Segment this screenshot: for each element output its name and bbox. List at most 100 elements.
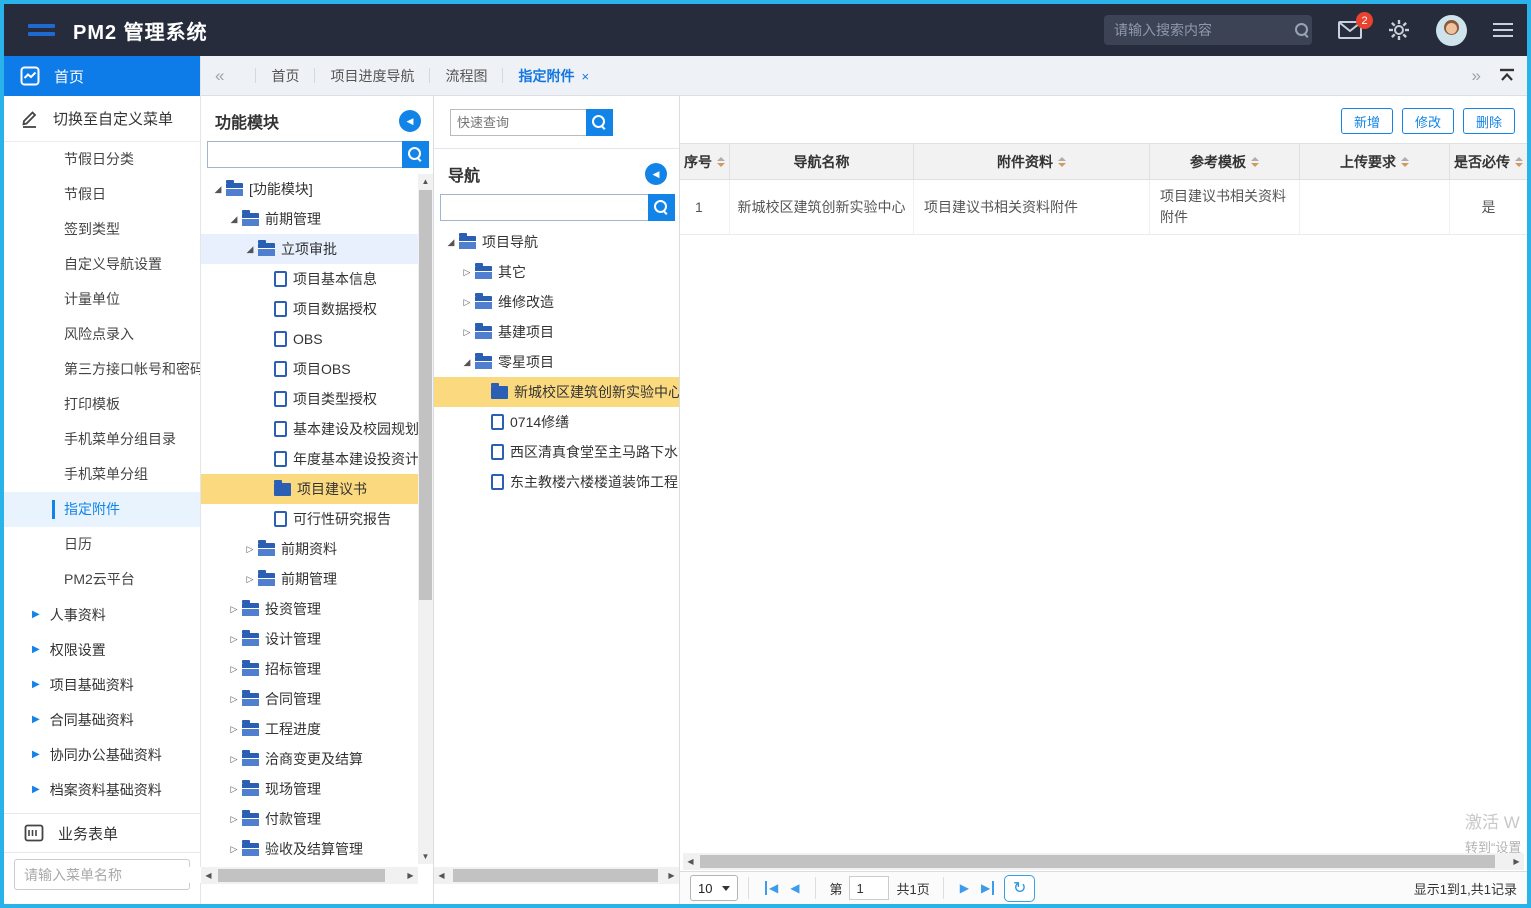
collapse-node-icon[interactable]: ◢ [444,237,458,248]
collapse-panel-icon[interactable]: ◀ [399,110,421,132]
tree-node[interactable]: ◢前期管理 [201,204,418,234]
sidebar-group[interactable]: ▶人事资料 [4,597,200,632]
sidebar-item[interactable]: 计量单位 [4,282,200,317]
tree-node[interactable]: 项目OBS [201,354,418,384]
tree-node[interactable]: 新城校区建筑创新实验中心 [434,377,679,407]
tree-node[interactable]: ▷维修改造 [434,287,679,317]
first-page-button[interactable]: ◀ [765,881,778,895]
tree-node[interactable]: ▷前期管理 [201,564,418,594]
expand-node-icon[interactable]: ▷ [227,634,241,645]
sidebar-item[interactable]: 打印模板 [4,387,200,422]
tree-node[interactable]: ▷其它 [434,257,679,287]
navigation-search-button[interactable] [648,194,675,221]
vertical-scrollbar[interactable]: ▲ ▼ [418,174,433,864]
expand-node-icon[interactable]: ▷ [227,604,241,615]
tree-node[interactable]: ▷洽商变更及结算 [201,744,418,774]
sidebar-item[interactable]: 第三方接口帐号和密码 [4,352,200,387]
collapse-node-icon[interactable]: ◢ [211,184,225,195]
horizontal-scrollbar[interactable]: ◀ ▶ [434,867,679,884]
expand-node-icon[interactable]: ▷ [227,754,241,765]
expand-node-icon[interactable]: ▷ [227,694,241,705]
menu-search-input[interactable] [24,867,205,883]
last-page-button[interactable]: ▶ [981,881,994,895]
tree-node[interactable]: ▷现场管理 [201,774,418,804]
tree-node[interactable]: ◢立项审批 [201,234,418,264]
scrollbar-thumb[interactable] [453,869,658,882]
tree-node[interactable]: ◢项目导航 [434,227,679,257]
sidebar-item-home[interactable]: 首页 [4,56,200,96]
tree-node[interactable]: 项目数据授权 [201,294,418,324]
tree-node[interactable]: 可行性研究报告 [201,504,418,534]
scroll-right-icon[interactable]: ▶ [403,871,418,880]
column-header[interactable]: 参考模板 [1150,144,1300,179]
more-menu-icon[interactable] [1493,19,1513,41]
expand-node-icon[interactable]: ▷ [227,664,241,675]
quick-search-button[interactable] [586,109,613,136]
edit-button[interactable]: 修改 [1402,108,1454,134]
tab[interactable]: 流程图 [445,66,487,86]
tree-node[interactable]: 0714修缮 [434,407,679,437]
expand-node-icon[interactable]: ▷ [227,814,241,825]
tab-close-icon[interactable]: × [581,69,589,84]
sidebar-item[interactable]: 指定附件 [4,492,200,527]
sidebar-item[interactable]: 风险点录入 [4,317,200,352]
tabs-scroll-right-icon[interactable]: » [1472,66,1481,86]
sidebar-item-business-form[interactable]: 业务表单 [4,813,200,853]
collapse-node-icon[interactable]: ◢ [227,214,241,225]
sidebar-item[interactable]: 手机菜单分组 [4,457,200,492]
tree-node[interactable]: 项目建议书 [201,474,418,504]
collapse-node-icon[interactable]: ◢ [243,244,257,255]
expand-node-icon[interactable]: ▷ [460,267,474,278]
refresh-button[interactable]: ↻ [1004,875,1035,902]
sidebar-group[interactable]: ▶合同基础资料 [4,702,200,737]
tree-node[interactable]: ▷工程进度 [201,714,418,744]
global-search-input[interactable] [1114,22,1295,38]
sidebar-group[interactable]: ▶项目基础资料 [4,667,200,702]
sidebar-item-switch-menu[interactable]: 切换至自定义菜单 [4,96,200,142]
prev-page-button[interactable]: ◀ [790,881,799,895]
sidebar-group[interactable]: ▶协同办公基础资料 [4,737,200,772]
tree-node[interactable]: 项目类型授权 [201,384,418,414]
tree-node[interactable]: OBS [201,324,418,354]
page-number-input[interactable] [849,876,889,900]
navigation-search-input[interactable] [440,194,648,221]
column-header[interactable]: 序号 [680,144,730,179]
tree-node[interactable]: 项目基本信息 [201,264,418,294]
user-avatar[interactable] [1436,15,1467,46]
collapse-tabs-icon[interactable] [1499,68,1515,83]
tree-node[interactable]: 西区清真食堂至主马路下水管线更 [434,437,679,467]
next-page-button[interactable]: ▶ [960,881,969,895]
scrollbar-thumb[interactable] [700,855,1495,868]
sidebar-item[interactable]: 签到类型 [4,212,200,247]
column-header[interactable]: 上传要求 [1300,144,1450,179]
column-header[interactable]: 附件资料 [914,144,1150,179]
collapse-node-icon[interactable]: ◢ [460,357,474,368]
sidebar-item[interactable]: 自定义导航设置 [4,247,200,282]
tree-node[interactable]: ▷付款管理 [201,804,418,834]
tree-node[interactable]: ▷招标管理 [201,654,418,684]
tree-node[interactable]: 基本建设及校园规划 [201,414,418,444]
expand-node-icon[interactable]: ▷ [243,574,257,585]
tree-node[interactable]: ▷合同管理 [201,684,418,714]
page-size-select[interactable]: 10 [690,875,738,901]
scroll-left-icon[interactable]: ◀ [683,857,698,866]
tree-node[interactable]: ▷验收及结算管理 [201,834,418,864]
scroll-left-icon[interactable]: ◀ [434,871,449,880]
sidebar-item[interactable]: 节假日 [4,177,200,212]
tree-node[interactable]: ◢[功能模块] [201,174,418,204]
tab[interactable]: 项目进度导航 [330,66,414,86]
sidebar-group[interactable]: ▶权限设置 [4,632,200,667]
column-header[interactable]: 是否必传 [1450,144,1527,179]
modules-search-button[interactable] [402,141,429,168]
tree-node[interactable]: ▷基建项目 [434,317,679,347]
scroll-right-icon[interactable]: ▶ [664,871,679,880]
scroll-left-icon[interactable]: ◀ [201,871,216,880]
add-button[interactable]: 新增 [1341,108,1393,134]
horizontal-scrollbar[interactable]: ◀ ▶ [683,853,1524,870]
scrollbar-thumb[interactable] [419,190,432,600]
sidebar-item[interactable]: 手机菜单分组目录 [4,422,200,457]
delete-button[interactable]: 删除 [1463,108,1515,134]
search-icon[interactable] [1295,23,1310,38]
expand-node-icon[interactable]: ▷ [243,544,257,555]
scroll-up-icon[interactable]: ▲ [418,174,433,189]
